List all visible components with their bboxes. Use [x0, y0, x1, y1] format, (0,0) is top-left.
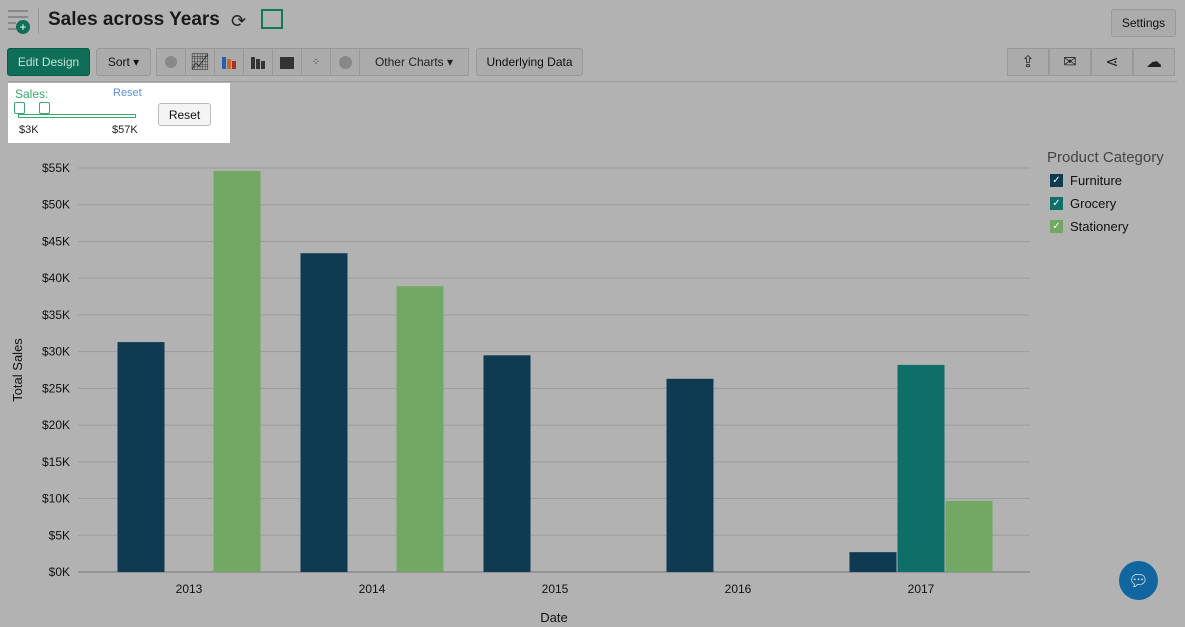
- scatter-button[interactable]: ⁘: [301, 48, 331, 76]
- bar-furniture-2016: [666, 378, 714, 572]
- bar-stationery-2013: [213, 170, 261, 573]
- y-tick-label: $25K: [42, 381, 70, 395]
- underlying-data-button[interactable]: Underlying Data: [476, 48, 583, 76]
- bar-furniture-2017: [849, 552, 897, 572]
- filter-reset-link[interactable]: Reset: [113, 87, 142, 99]
- range-max-label: $57K: [112, 124, 138, 136]
- other-charts-button[interactable]: Other Charts ▾: [359, 48, 469, 76]
- divider: [38, 8, 39, 34]
- line-chart-button[interactable]: 📈︎: [185, 48, 215, 76]
- heatmap-button[interactable]: [272, 48, 302, 76]
- legend-title: Product Category: [1047, 149, 1164, 166]
- checkbox-icon[interactable]: ✓: [1050, 197, 1063, 210]
- page-title: Sales across Years: [48, 9, 220, 30]
- legend-item-grocery[interactable]: ✓ Grocery: [1050, 196, 1116, 211]
- heatmap-icon: [280, 57, 294, 69]
- x-tick-label: 2013: [176, 582, 203, 596]
- sort-button[interactable]: Sort ▾: [96, 48, 151, 76]
- chat-button[interactable]: 💬︎: [1119, 561, 1158, 600]
- range-handle-max[interactable]: [39, 102, 50, 114]
- y-tick-label: $10K: [42, 492, 70, 506]
- bar-chart: $0K $5K $10K $15K $20K $25K $30K $35K $40K $45K $5…: [10, 161, 1030, 625]
- chat-icon: 💬︎: [1128, 572, 1149, 590]
- y-tick-label: $15K: [42, 455, 70, 469]
- stacked-bar-icon: [251, 57, 265, 69]
- line-chart-icon: 📈︎: [189, 54, 211, 71]
- checkbox-icon[interactable]: ✓: [1050, 220, 1063, 233]
- toolbar-divider: [8, 81, 1177, 82]
- x-tick-label: 2016: [725, 582, 752, 596]
- publish-button[interactable]: ☁: [1133, 48, 1175, 76]
- bar-chart-button[interactable]: [214, 48, 244, 76]
- share-icon: ⋖: [1105, 54, 1119, 71]
- x-tick-label: 2015: [542, 582, 569, 596]
- y-tick-label: $55K: [42, 161, 70, 175]
- save-view-icon[interactable]: [261, 9, 283, 29]
- bar-furniture-2014: [300, 253, 348, 572]
- edit-design-button[interactable]: Edit Design: [7, 48, 90, 76]
- scatter-icon: ⁘: [311, 56, 321, 68]
- checkbox-icon[interactable]: ✓: [1050, 174, 1063, 187]
- export-button[interactable]: ⇪: [1007, 48, 1049, 76]
- mail-icon: ✉: [1063, 54, 1077, 71]
- stacked-bar-button[interactable]: [243, 48, 273, 76]
- y-tick-label: $40K: [42, 271, 70, 285]
- x-tick-label: 2014: [359, 582, 386, 596]
- other-charts-label: Other Charts: [374, 55, 444, 69]
- cloud-upload-icon: ☁: [1146, 54, 1162, 71]
- legend-label: Grocery: [1070, 196, 1117, 211]
- legend-label: Furniture: [1070, 173, 1123, 188]
- globe-icon: [338, 55, 352, 69]
- pie-icon: [165, 56, 177, 68]
- bar-chart-icon: [222, 57, 236, 69]
- y-tick-label: $0K: [49, 565, 70, 579]
- legend-label: Stationery: [1070, 219, 1129, 234]
- svg-text:+: +: [19, 20, 26, 34]
- bar-stationery-2014: [396, 286, 444, 572]
- range-track: [18, 114, 136, 118]
- legend-item-stationery[interactable]: ✓ Stationery: [1050, 219, 1129, 234]
- y-tick-label: $5K: [49, 528, 70, 542]
- range-min-label: $3K: [19, 124, 39, 136]
- refresh-icon[interactable]: ⟳: [231, 11, 246, 32]
- map-button[interactable]: [330, 48, 360, 76]
- bar-furniture-2015: [483, 355, 531, 572]
- y-axis-title: Total Sales: [10, 338, 25, 402]
- bar-stationery-2017: [945, 500, 993, 572]
- sales-filter: Sales: Reset $3K $57K Reset: [8, 83, 230, 143]
- bar-grocery-2017: [897, 364, 945, 572]
- x-axis-title: Date: [540, 610, 567, 625]
- y-tick-label: $20K: [42, 418, 70, 432]
- email-button[interactable]: ✉: [1049, 48, 1091, 76]
- pie-chart-button[interactable]: [156, 48, 186, 76]
- x-tick-label: 2017: [908, 582, 935, 596]
- settings-button[interactable]: Settings: [1111, 9, 1176, 37]
- sort-label: Sort: [107, 55, 130, 69]
- filter-label: Sales:: [15, 87, 49, 101]
- y-tick-label: $30K: [42, 345, 70, 359]
- legend-item-furniture[interactable]: ✓ Furniture: [1050, 173, 1122, 188]
- share-button[interactable]: ⋖: [1091, 48, 1133, 76]
- y-tick-label: $35K: [42, 308, 70, 322]
- filter-reset-button[interactable]: Reset: [158, 103, 211, 126]
- y-tick-label: $45K: [42, 234, 70, 248]
- export-icon: ⇪: [1021, 54, 1035, 71]
- y-tick-label: $50K: [42, 198, 70, 212]
- range-handle-min[interactable]: [14, 102, 25, 114]
- menu-icon[interactable]: +: [8, 8, 32, 36]
- bar-furniture-2013: [117, 342, 165, 572]
